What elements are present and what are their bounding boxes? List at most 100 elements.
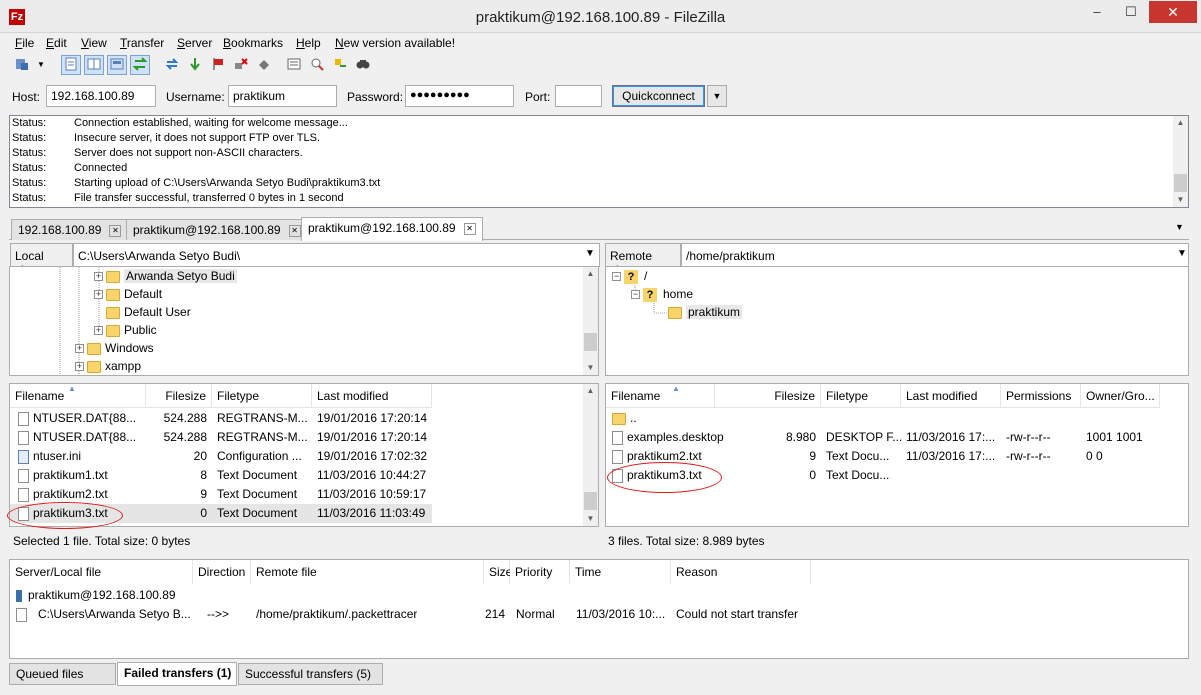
file-row[interactable]: NTUSER.DAT{88... 524.288 REGTRANS-M... 1… bbox=[10, 409, 584, 428]
expand-icon[interactable]: + bbox=[75, 362, 84, 372]
tab-connection-2[interactable]: praktikum@192.168.100.89 ✕ bbox=[126, 219, 308, 240]
refresh-icon[interactable] bbox=[162, 55, 182, 75]
scroll-down-icon[interactable]: ▼ bbox=[1173, 193, 1188, 207]
close-tab-icon[interactable]: ✕ bbox=[109, 224, 122, 237]
menu-transfer[interactable]: Transfer bbox=[120, 36, 164, 50]
queue-server-row[interactable]: praktikum@192.168.100.89 bbox=[10, 586, 1188, 605]
host-input[interactable]: 192.168.100.89 bbox=[46, 85, 156, 107]
find-icon[interactable] bbox=[353, 55, 373, 75]
close-tab-icon[interactable]: ✕ bbox=[288, 224, 301, 237]
file-row[interactable]: NTUSER.DAT{88... 524.288 REGTRANS-M... 1… bbox=[10, 428, 584, 447]
tree-item-public[interactable]: + Public bbox=[94, 321, 157, 339]
local-tree-scrollbar[interactable]: ▲ ▼ bbox=[583, 267, 598, 375]
column-size[interactable]: Size bbox=[484, 560, 512, 584]
quickconnect-history-dropdown[interactable]: ▼ bbox=[707, 85, 727, 107]
tab-list-dropdown-icon[interactable]: ▼ bbox=[1175, 222, 1184, 232]
dropdown-icon[interactable]: ▼ bbox=[34, 55, 48, 75]
chevron-down-icon[interactable]: ▼ bbox=[1177, 248, 1187, 259]
scroll-down-icon[interactable]: ▼ bbox=[583, 512, 598, 526]
column-filetype[interactable]: Filetype bbox=[212, 384, 312, 408]
menu-server[interactable]: Server bbox=[177, 36, 212, 50]
collapse-icon[interactable]: − bbox=[631, 290, 640, 300]
expand-icon[interactable]: + bbox=[94, 290, 103, 300]
scroll-thumb[interactable] bbox=[584, 333, 597, 351]
tree-item-xampp[interactable]: + xampp bbox=[75, 357, 141, 375]
column-filename[interactable]: Filename bbox=[606, 384, 715, 408]
tree-item-praktikum[interactable]: praktikum bbox=[668, 303, 743, 321]
menu-new-version[interactable]: New version available! bbox=[335, 36, 455, 50]
log-scrollbar[interactable]: ▲ ▼ bbox=[1173, 116, 1188, 207]
sync-browse-icon[interactable] bbox=[330, 55, 350, 75]
column-filesize[interactable]: Filesize bbox=[146, 384, 212, 408]
port-input[interactable] bbox=[555, 85, 602, 107]
column-direction[interactable]: Direction bbox=[193, 560, 251, 584]
column-reason[interactable]: Reason bbox=[671, 560, 811, 584]
toggle-local-tree-icon[interactable] bbox=[84, 55, 104, 75]
expand-icon[interactable]: + bbox=[94, 272, 103, 282]
queue-item-row[interactable]: C:\Users\Arwanda Setyo B... -->> /home/p… bbox=[10, 605, 1188, 624]
close-window-button[interactable]: ✕ bbox=[1149, 1, 1197, 23]
column-owner-group[interactable]: Owner/Gro... bbox=[1081, 384, 1160, 408]
file-row[interactable]: praktikum1.txt 8 Text Document 11/03/201… bbox=[10, 466, 584, 485]
tree-item-default-user[interactable]: Default User bbox=[106, 303, 191, 321]
expand-icon[interactable]: + bbox=[75, 344, 84, 354]
scroll-up-icon[interactable]: ▲ bbox=[583, 384, 598, 398]
file-row[interactable]: examples.desktop 8.980 DESKTOP F... 11/0… bbox=[606, 428, 1188, 447]
scroll-thumb[interactable] bbox=[1174, 174, 1187, 192]
filter-icon[interactable] bbox=[307, 55, 327, 75]
column-permissions[interactable]: Permissions bbox=[1001, 384, 1081, 408]
expand-icon[interactable]: + bbox=[94, 326, 103, 336]
cancel-icon[interactable] bbox=[208, 55, 228, 75]
toggle-queue-icon[interactable] bbox=[130, 55, 150, 75]
tab-connection-1[interactable]: 192.168.100.89 ✕ bbox=[11, 219, 129, 240]
column-remote-file[interactable]: Remote file bbox=[251, 560, 484, 584]
column-priority[interactable]: Priority bbox=[510, 560, 570, 584]
menu-help[interactable]: Help bbox=[296, 36, 321, 50]
reconnect-icon[interactable] bbox=[254, 55, 274, 75]
tree-item-home[interactable]: −? home bbox=[631, 285, 693, 303]
tab-connection-3[interactable]: praktikum@192.168.100.89 ✕ bbox=[301, 217, 483, 241]
menu-bookmarks[interactable]: Bookmarks bbox=[223, 36, 283, 50]
maximize-button[interactable]: ☐ bbox=[1116, 1, 1146, 23]
quickconnect-button[interactable]: Quickconnect bbox=[612, 85, 705, 107]
file-row-parent[interactable]: .. bbox=[606, 409, 1188, 428]
close-tab-icon[interactable]: ✕ bbox=[463, 222, 476, 235]
menu-file[interactable]: File bbox=[15, 36, 34, 50]
file-row[interactable]: ntuser.ini 20 Configuration ... 19/01/20… bbox=[10, 447, 584, 466]
collapse-icon[interactable]: − bbox=[612, 272, 621, 282]
column-filetype[interactable]: Filetype bbox=[821, 384, 901, 408]
local-path-input[interactable]: C:\Users\Arwanda Setyo Budi\ bbox=[73, 243, 600, 267]
column-filesize[interactable]: Filesize bbox=[715, 384, 821, 408]
column-filename[interactable]: Filename bbox=[10, 384, 146, 408]
minimize-button[interactable]: – bbox=[1082, 1, 1112, 23]
disconnect-icon[interactable] bbox=[231, 55, 251, 75]
toggle-log-icon[interactable] bbox=[61, 55, 81, 75]
password-input[interactable]: ●●●●●●●●● bbox=[405, 85, 514, 107]
scroll-up-icon[interactable]: ▲ bbox=[1173, 116, 1188, 130]
column-time[interactable]: Time bbox=[570, 560, 671, 584]
scroll-down-icon[interactable]: ▼ bbox=[583, 361, 598, 375]
tree-item-default[interactable]: + Default bbox=[94, 285, 162, 303]
column-last-modified[interactable]: Last modified bbox=[312, 384, 432, 408]
scroll-up-icon[interactable]: ▲ bbox=[583, 267, 598, 281]
local-files-scrollbar[interactable]: ▲ ▼ bbox=[583, 384, 598, 526]
tab-failed-transfers[interactable]: Failed transfers (1) bbox=[117, 662, 237, 686]
tree-item-root[interactable]: −? / bbox=[612, 267, 647, 285]
process-queue-icon[interactable] bbox=[185, 55, 205, 75]
toggle-remote-tree-icon[interactable] bbox=[107, 55, 127, 75]
site-manager-icon[interactable] bbox=[12, 55, 32, 75]
menu-view[interactable]: View bbox=[81, 36, 107, 50]
scroll-thumb[interactable] bbox=[584, 492, 597, 510]
chevron-down-icon[interactable]: ▼ bbox=[585, 248, 595, 259]
file-row[interactable]: praktikum2.txt 9 Text Document 11/03/201… bbox=[10, 485, 584, 504]
username-input[interactable]: praktikum bbox=[228, 85, 337, 107]
menu-edit[interactable]: Edit bbox=[46, 36, 67, 50]
remote-path-input[interactable]: /home/praktikum bbox=[681, 243, 1189, 267]
column-server-local-file[interactable]: Server/Local file bbox=[10, 560, 193, 584]
tree-item-arwanda[interactable]: + Arwanda Setyo Budi bbox=[94, 267, 237, 285]
tab-queued-files[interactable]: Queued files bbox=[9, 663, 116, 685]
tree-item-windows[interactable]: + Windows bbox=[75, 339, 154, 357]
compare-icon[interactable] bbox=[284, 55, 304, 75]
column-last-modified[interactable]: Last modified bbox=[901, 384, 1001, 408]
tab-successful-transfers[interactable]: Successful transfers (5) bbox=[238, 663, 383, 685]
